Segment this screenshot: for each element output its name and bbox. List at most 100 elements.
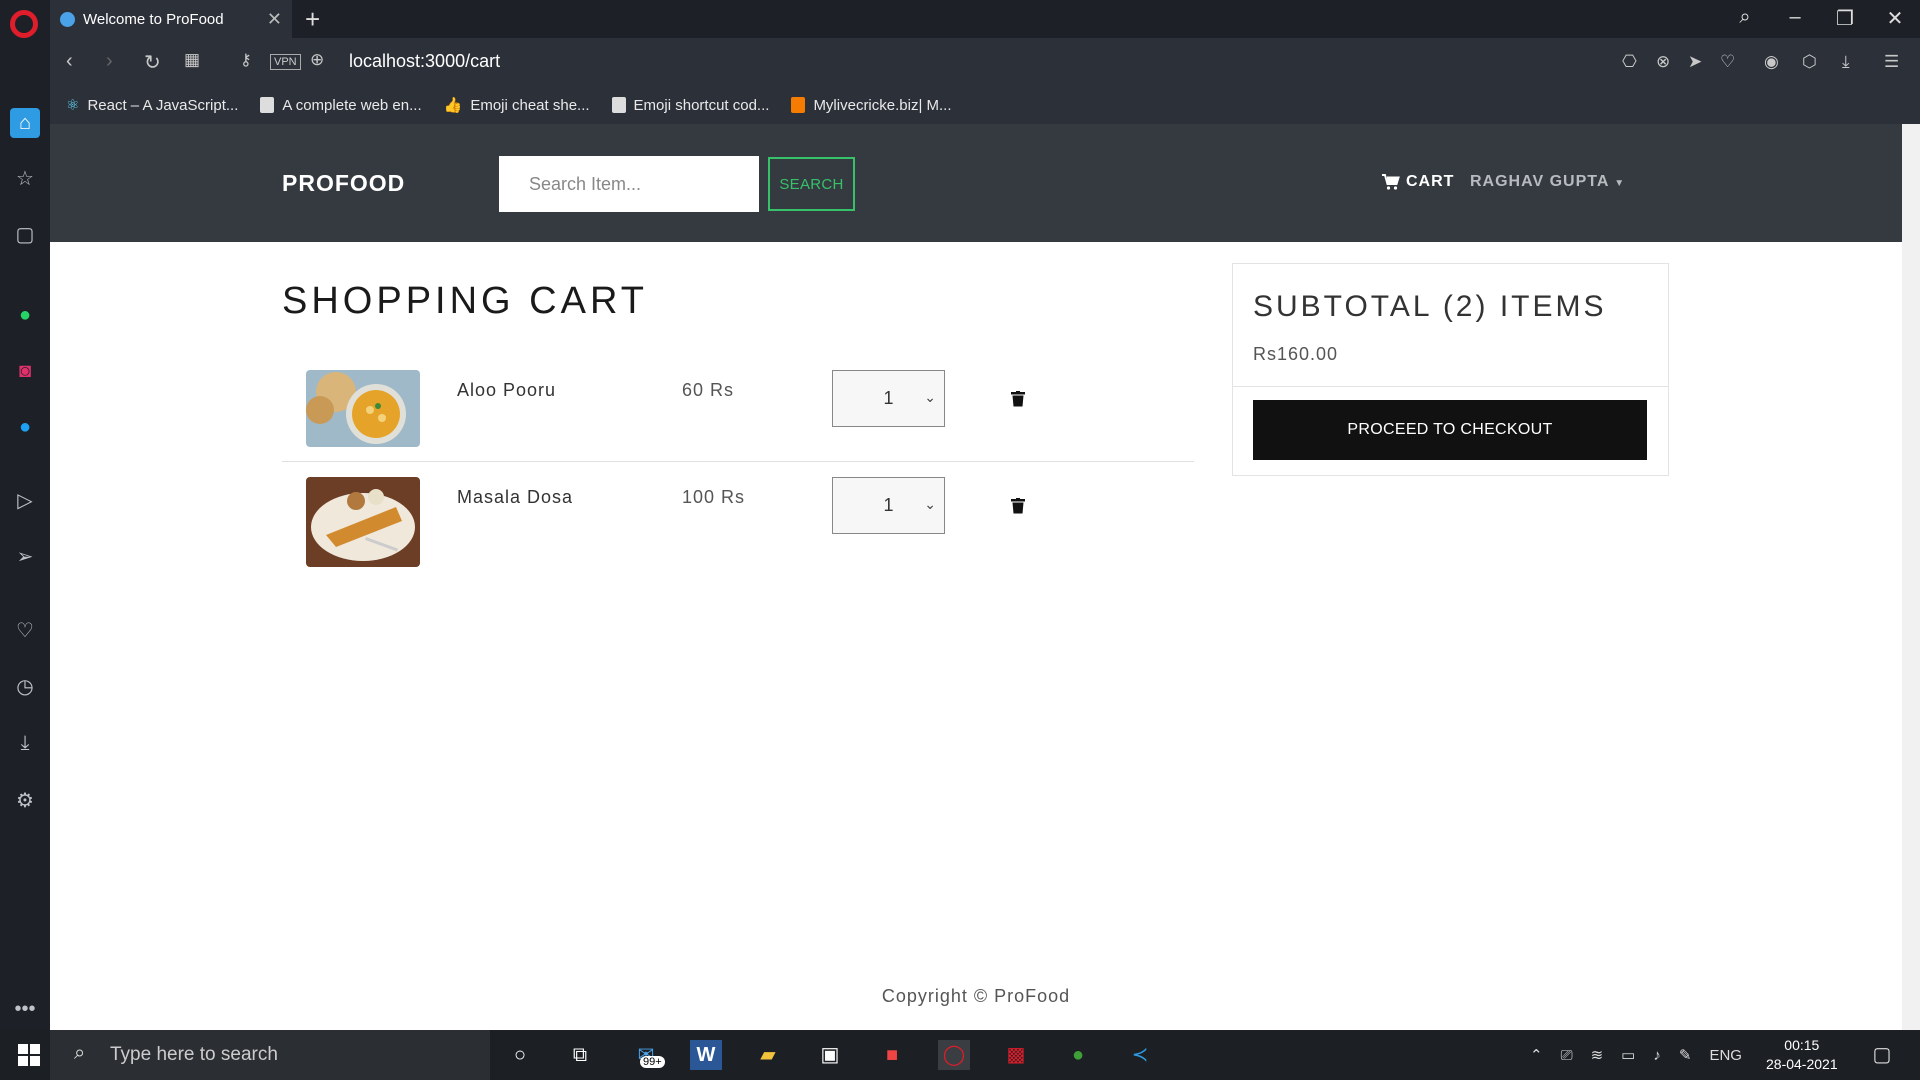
item-name[interactable]: Aloo Pooru — [457, 380, 556, 401]
masala-dosa-image — [306, 477, 420, 567]
brand-logo[interactable]: PROFOOD — [282, 170, 405, 197]
page-icon — [611, 97, 626, 113]
task-view-icon[interactable]: ⧉ — [564, 1040, 596, 1070]
quantity-select[interactable]: 1 ⌄ — [832, 477, 945, 534]
blogger-icon — [791, 97, 806, 113]
snapshot-icon[interactable]: ⎔ — [1622, 52, 1637, 72]
url-path: :3000/cart — [420, 51, 501, 71]
url-host: localhost — [349, 51, 421, 71]
user-dropdown[interactable]: RAGHAV GUPTA ▼ — [1470, 173, 1625, 191]
search-button[interactable]: SEARCH — [768, 157, 855, 211]
bookmarks-bar: ⚛ React – A JavaScript... A complete web … — [50, 86, 1920, 124]
key-icon[interactable]: ⚷ — [240, 50, 252, 70]
address-bar — [50, 38, 1920, 86]
more-icon[interactable]: ••• — [10, 994, 40, 1024]
game-icon[interactable]: ▩ — [1000, 1040, 1032, 1070]
battery-icon[interactable]: ▭ — [1621, 1046, 1635, 1064]
heart-icon[interactable]: ♡ — [1720, 52, 1735, 72]
bookmark-item[interactable]: 👍 Emoji cheat she... — [443, 96, 590, 115]
forward-icon[interactable]: › — [106, 50, 113, 73]
download-icon[interactable]: ⤓ — [1842, 52, 1850, 72]
site-footer: Copyright © ProFood — [881, 986, 1071, 1006]
vscode-icon[interactable]: ≺ — [1124, 1040, 1156, 1070]
cart-link[interactable]: CART — [1382, 173, 1454, 191]
player-icon[interactable]: ▷ — [10, 486, 40, 516]
globe-icon: ⊕ — [310, 50, 325, 69]
bookmark-item[interactable]: A complete web en... — [260, 97, 422, 114]
mail-badge: 99+ — [640, 1056, 665, 1068]
bookmark-item[interactable]: Mylivecricke.biz| M... — [791, 97, 952, 114]
app-icon[interactable]: ■ — [876, 1040, 908, 1070]
minimize-icon[interactable]: – — [1780, 6, 1810, 29]
summary-divider — [1233, 386, 1668, 387]
extension-icon[interactable]: ◉ — [1764, 52, 1779, 72]
taskbar-clock[interactable]: 00:15 28-04-2021 — [1766, 1036, 1838, 1074]
home-icon[interactable]: ⌂ — [10, 108, 40, 138]
opera-taskbar-icon[interactable]: ◯ — [938, 1040, 970, 1070]
subtotal-amount: Rs160.00 — [1253, 344, 1339, 364]
instagram-icon[interactable]: ◙ — [10, 356, 40, 386]
trash-icon[interactable] — [1011, 391, 1025, 407]
item-price: 60 Rs — [682, 380, 735, 400]
history-icon[interactable]: ◷ — [10, 672, 40, 702]
adblock-icon[interactable]: ⊗ — [1656, 52, 1670, 72]
notifications-icon[interactable]: ▢ — [1866, 1040, 1898, 1070]
url-field[interactable]: localhost:3000/cart — [349, 51, 500, 72]
wifi-icon[interactable]: ≋ — [1591, 1046, 1604, 1064]
emoji-icon: 👍 — [443, 97, 463, 114]
browser-tab[interactable]: Welcome to ProFood ✕ — [50, 0, 292, 38]
cart-item-row: Masala Dosa 100 Rs 1 ⌄ — [282, 477, 1194, 582]
favorites-icon[interactable]: ♡ — [10, 616, 40, 646]
easy-setup-icon[interactable]: ☰ — [1884, 52, 1899, 72]
browser-tab-bar: Welcome to ProFood ✕ + ⌕ – ❐ ✕ — [0, 0, 1920, 38]
new-tab-icon[interactable]: + — [305, 4, 320, 35]
trash-icon[interactable] — [1011, 498, 1025, 514]
caret-down-icon: ▼ — [1614, 178, 1626, 189]
twitter-icon[interactable]: ● — [10, 412, 40, 442]
volume-icon[interactable]: ♪ — [1653, 1047, 1661, 1064]
windows-taskbar: ⌕ Type here to search ○ ⧉ ✉ 99+ W ▰ ▣ ■ … — [0, 1030, 1920, 1080]
whatsapp-icon[interactable]: ● — [10, 300, 40, 330]
tab-close-icon[interactable]: ✕ — [267, 9, 282, 30]
browser-sidebar: ⌂ ☆ ▢ ● ◙ ● ▷ ➢ ♡ ◷ ⤓ ⚙ ••• — [0, 38, 50, 1030]
reload-icon[interactable]: ↻ — [144, 50, 161, 75]
quantity-select[interactable]: 1 ⌄ — [832, 370, 945, 427]
item-name[interactable]: Masala Dosa — [457, 487, 573, 508]
speed-dial-icon[interactable]: ▦ — [184, 50, 200, 70]
page-scrollbar[interactable] — [1902, 124, 1920, 1030]
file-explorer-icon[interactable]: ▰ — [752, 1040, 784, 1070]
checkout-button[interactable]: PROCEED TO CHECKOUT — [1253, 400, 1647, 460]
meet-icon[interactable]: ⎚ — [1561, 1047, 1573, 1064]
pen-icon[interactable]: ✎ — [1679, 1046, 1692, 1064]
back-icon[interactable]: ‹ — [66, 50, 73, 73]
chevron-up-icon[interactable]: ⌃ — [1530, 1046, 1543, 1064]
cart-item-row: Aloo Pooru 60 Rs 1 ⌄ — [282, 370, 1194, 475]
opera-logo-icon[interactable] — [10, 10, 38, 38]
bookmark-item[interactable]: ⚛ React – A JavaScript... — [66, 96, 238, 115]
language-indicator[interactable]: ENG — [1709, 1047, 1742, 1064]
store-icon[interactable]: ▣ — [814, 1040, 846, 1070]
close-window-icon[interactable]: ✕ — [1880, 6, 1910, 31]
bookmark-item[interactable]: Emoji shortcut cod... — [611, 97, 769, 114]
windows-start-icon[interactable] — [18, 1044, 40, 1066]
mongodb-icon[interactable]: ● — [1062, 1040, 1094, 1070]
reading-list-icon[interactable]: ▢ — [10, 220, 40, 250]
star-icon[interactable]: ☆ — [10, 164, 40, 194]
cart-label: CART — [1406, 173, 1455, 190]
downloads-icon[interactable]: ⤓ — [10, 728, 40, 758]
vpn-badge[interactable]: VPN — [270, 54, 301, 70]
tab-title: Welcome to ProFood — [83, 10, 224, 28]
order-summary-card: SUBTOTAL (2) ITEMS Rs160.00 PROCEED TO C… — [1232, 263, 1669, 476]
search-input[interactable] — [499, 156, 759, 212]
flow-icon[interactable]: ➢ — [10, 542, 40, 572]
taskbar-search-input[interactable]: ⌕ Type here to search — [50, 1030, 490, 1080]
settings-icon[interactable]: ⚙ — [10, 786, 40, 816]
cortana-icon[interactable]: ○ — [504, 1040, 536, 1070]
restore-icon[interactable]: ❐ — [1830, 6, 1860, 31]
tab-search-icon[interactable]: ⌕ — [1730, 6, 1760, 29]
box-icon[interactable]: ⬡ — [1802, 52, 1817, 72]
send-icon[interactable]: ➤ — [1688, 52, 1702, 72]
word-icon[interactable]: W — [690, 1040, 722, 1070]
tab-favicon-icon — [60, 11, 75, 27]
item-price: 100 Rs — [682, 487, 746, 507]
